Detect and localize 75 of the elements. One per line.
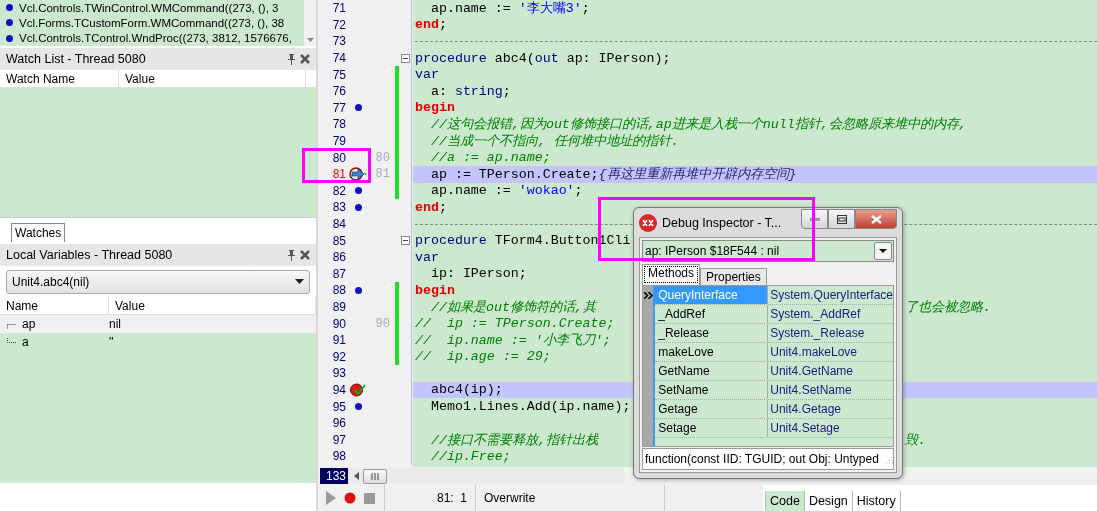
line-number: 74 bbox=[332, 51, 346, 66]
line-number: 96 bbox=[332, 416, 346, 431]
code-line: end; bbox=[415, 199, 447, 215]
method-value: Unit4.GetName bbox=[769, 363, 854, 380]
code-line: ap.name := '李大嘴3'; bbox=[429, 0, 590, 18]
code-line: 了也会被忽略. bbox=[905, 299, 991, 316]
line-number: 87 bbox=[332, 266, 346, 281]
line-number: 84 bbox=[332, 217, 346, 231]
code-line: var bbox=[415, 249, 439, 265]
line-number: 98 bbox=[332, 449, 346, 464]
code-line: var bbox=[415, 67, 439, 83]
line-number: 97 bbox=[332, 432, 346, 447]
code-line: procedure abc4(out ap: IPerson); bbox=[415, 50, 671, 66]
code-line: //这句会报错,因为out修饰接口的话,ap进来是入栈一个null指针,会忽略原来堆中的内存, bbox=[429, 116, 967, 134]
code-line: 毁. bbox=[905, 431, 926, 449]
code-line: // ip := TPerson.Create; bbox=[415, 316, 615, 332]
panel-title: Local Variables - Thread 5080 bbox=[6, 248, 173, 262]
code-line: ap.name := 'wokao'; bbox=[429, 183, 583, 199]
edit-mode: Overwrite bbox=[484, 491, 536, 505]
line-count: 133 bbox=[320, 468, 348, 484]
signature-hint: function(const IID: TGUID; out Obj: Untyped bbox=[645, 452, 879, 466]
line-number: 83 bbox=[332, 200, 346, 215]
code-line: // ip.age := 29; bbox=[415, 349, 551, 365]
code-line: //当成一个不指向, 任何堆中地址的指针. bbox=[429, 133, 679, 151]
line-number: 92 bbox=[332, 349, 346, 364]
line-number: 81 bbox=[375, 167, 390, 182]
line-number: 80 bbox=[332, 150, 346, 165]
method-value: System._Release bbox=[769, 325, 866, 342]
panel-title: Watch List - Thread 5080 bbox=[6, 52, 146, 66]
code-line: begin bbox=[415, 282, 455, 298]
code-line: a: string; bbox=[429, 83, 511, 99]
line-number: 94 bbox=[332, 382, 346, 397]
code-line: end; bbox=[415, 17, 447, 33]
variable-value: '' bbox=[109, 335, 114, 349]
line-number: 80 bbox=[375, 150, 390, 165]
line-number: 79 bbox=[332, 134, 346, 149]
line-number: 71 bbox=[332, 1, 346, 16]
variable-name: a bbox=[22, 335, 30, 349]
line-number: 81 bbox=[332, 167, 346, 182]
line-number: 77 bbox=[332, 100, 346, 115]
code-line: ap := TPerson.Create;{再这里重新再堆中开辟内存空间} bbox=[429, 166, 797, 184]
code-line: //如果是out修饰符的话,其 bbox=[429, 299, 596, 316]
line-number: 89 bbox=[332, 300, 346, 314]
variable-name: ap bbox=[22, 317, 37, 331]
line-number: 76 bbox=[332, 84, 346, 99]
window-title: Debug Inspector - T... bbox=[662, 215, 782, 230]
line-number: 90 bbox=[332, 316, 346, 331]
variable-value: nil bbox=[109, 317, 121, 331]
line-number: 72 bbox=[332, 17, 346, 32]
line-number: 95 bbox=[332, 399, 346, 414]
method-value: Unit4.Getage bbox=[769, 401, 842, 418]
code-line: abc4(ip); bbox=[429, 382, 503, 398]
code-line: //a := ap.name; bbox=[429, 150, 551, 166]
line-number: 91 bbox=[332, 333, 346, 348]
method-value: Unit4.Setage bbox=[769, 420, 841, 437]
method-value: Unit4.SetName bbox=[769, 382, 853, 399]
line-number: 93 bbox=[332, 366, 346, 381]
code-line: //ip.Free; bbox=[429, 448, 511, 464]
line-number: 88 bbox=[332, 283, 346, 298]
code-line: ip: IPerson; bbox=[429, 266, 527, 282]
code-line: //接口不需要释放,指针出栈 bbox=[429, 431, 598, 449]
code-line: begin bbox=[415, 100, 455, 116]
line-number: 90 bbox=[375, 316, 390, 331]
line-number: 73 bbox=[332, 34, 346, 49]
method-value: System.QueryInterface bbox=[769, 287, 893, 304]
code-line: Memo1.Lines.Add(ip.name); bbox=[429, 399, 631, 415]
line-number: 86 bbox=[332, 250, 346, 265]
line-number: 85 bbox=[332, 233, 346, 248]
code-line: // ip.name := '小李飞刀'; bbox=[415, 332, 611, 350]
cursor-position: 81: 1 bbox=[436, 491, 467, 505]
line-number: 78 bbox=[332, 117, 346, 132]
line-number: 75 bbox=[332, 67, 346, 82]
line-number: 82 bbox=[332, 183, 346, 198]
method-value: Unit4.makeLove bbox=[769, 344, 858, 361]
method-value: System._AddRef bbox=[769, 306, 862, 323]
